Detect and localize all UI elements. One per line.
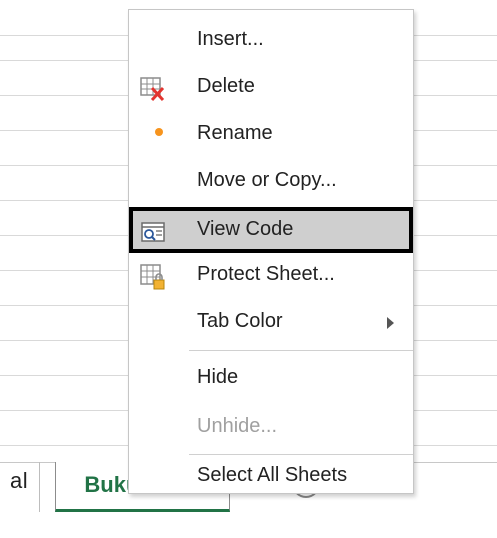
menu-item-label: Select All Sheets [197, 464, 348, 486]
sheet-tab-previous-label: al [10, 468, 29, 493]
menu-item-label: View Code [197, 218, 294, 240]
menu-item-tab-color[interactable]: Tab Color [129, 300, 413, 346]
delete-sheet-icon [140, 77, 165, 102]
menu-item-hide[interactable]: Hide [129, 356, 413, 402]
menu-item-label: Hide [197, 366, 239, 388]
menu-item-label: Protect Sheet... [197, 263, 335, 285]
rename-dot-icon [155, 128, 163, 136]
menu-item-select-all-sheets[interactable]: Select All Sheets [129, 454, 413, 500]
sheet-tab-previous[interactable]: al [0, 462, 40, 512]
menu-item-label: Rename [197, 122, 273, 144]
menu-item-rename[interactable]: Rename [129, 112, 413, 158]
menu-item-label: Tab Color [197, 310, 283, 332]
menu-item-insert[interactable]: Insert... [129, 18, 413, 64]
menu-item-label: Move or Copy... [197, 169, 337, 191]
menu-item-view-code[interactable]: View Code [129, 207, 413, 253]
menu-item-label: Unhide... [197, 415, 278, 437]
menu-item-unhide: Unhide... [129, 405, 413, 451]
view-code-icon [141, 222, 165, 242]
menu-item-label: Insert... [197, 28, 264, 50]
menu-item-move-or-copy[interactable]: Move or Copy... [129, 159, 413, 205]
excel-sheet-area: al BukuBesar + Insert... Delete Rename [0, 0, 497, 538]
chevron-right-icon [387, 317, 394, 329]
sheet-tab-context-menu: Insert... Delete Rename Move or Copy... [128, 9, 414, 494]
menu-item-delete[interactable]: Delete [129, 65, 413, 111]
protect-sheet-icon [140, 264, 165, 290]
menu-separator [189, 350, 413, 351]
menu-item-protect-sheet[interactable]: Protect Sheet... [129, 253, 413, 299]
menu-item-label: Delete [197, 75, 255, 97]
